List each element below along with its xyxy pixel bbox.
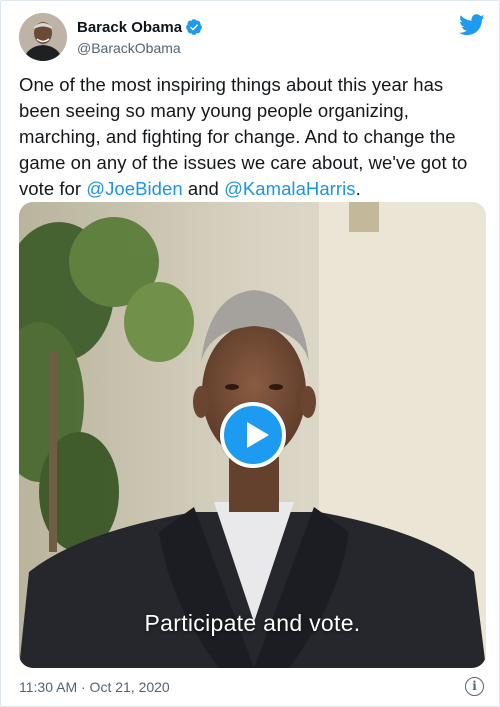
avatar[interactable] (19, 13, 67, 61)
video-player[interactable]: Participate and vote. (19, 202, 486, 668)
mention-joebiden-link[interactable]: @JoeBiden (86, 178, 182, 199)
verified-badge-icon (186, 19, 202, 35)
tweet-text: One of the most inspiring things about t… (19, 72, 487, 202)
info-icon[interactable]: i (465, 677, 484, 696)
tweet-card: Barack Obama @BarackObama One of the mos… (0, 0, 500, 707)
author-handle[interactable]: @BarackObama (77, 40, 181, 56)
tweet-text-part-2: and (182, 178, 225, 199)
tweet-timestamp[interactable]: 11:30 AM · Oct 21, 2020 (19, 679, 170, 695)
tweet-header: Barack Obama @BarackObama (19, 12, 485, 64)
play-button[interactable] (220, 402, 286, 468)
twitter-bird-icon[interactable] (459, 14, 485, 36)
video-caption: Participate and vote. (144, 610, 361, 636)
mention-kamalaharris-link[interactable]: @KamalaHarris (224, 178, 356, 199)
name-row: Barack Obama (77, 18, 203, 36)
tweet-text-part-3: . (355, 178, 361, 199)
author-name[interactable]: Barack Obama (77, 19, 182, 36)
